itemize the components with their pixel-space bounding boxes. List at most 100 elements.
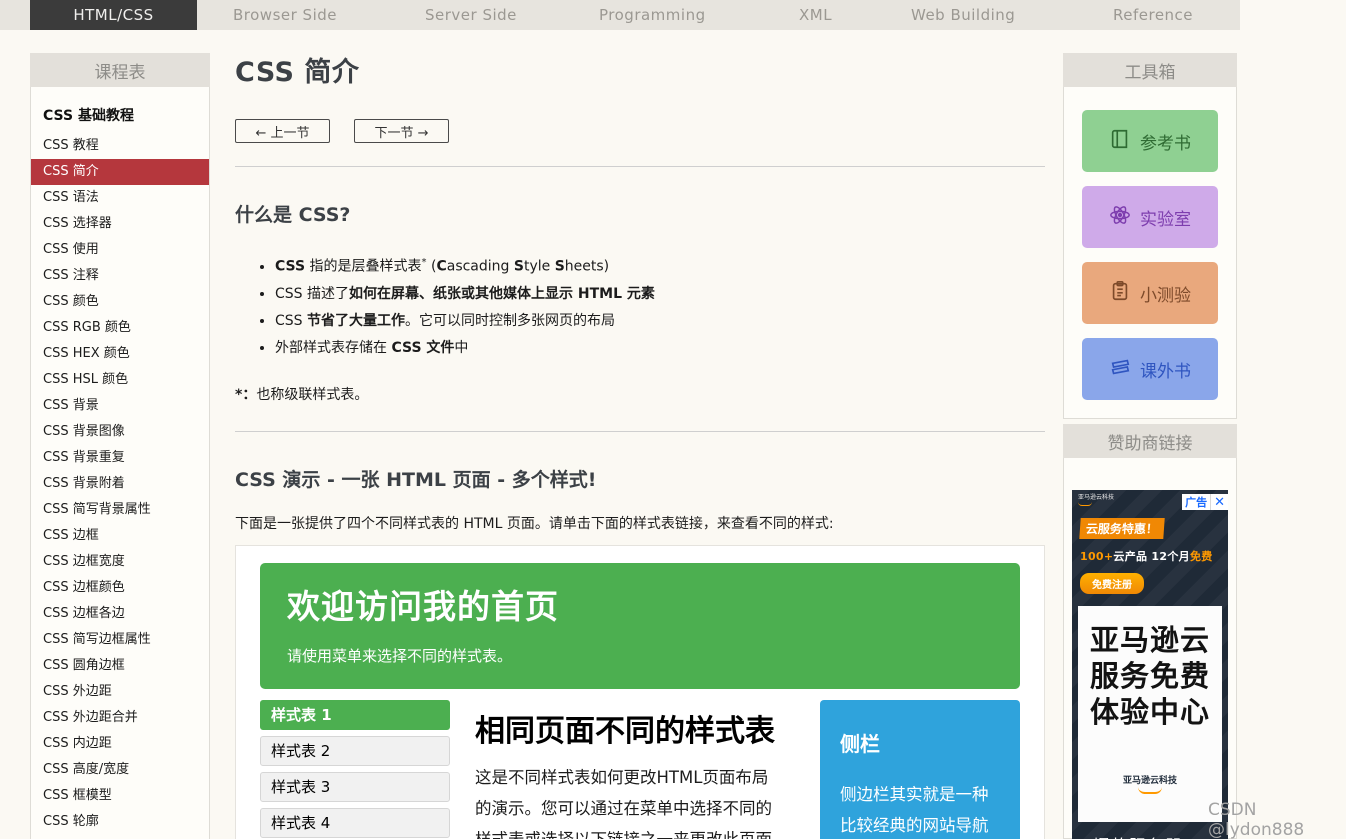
sidebar-item[interactable]: CSS 边框宽度 xyxy=(31,549,209,575)
text-run: ascading xyxy=(447,259,514,275)
what-is-css-heading: 什么是 CSS? xyxy=(235,200,1045,227)
text-run: 节省了大量工作 xyxy=(307,313,405,329)
sidebar-item[interactable]: CSS 背景重复 xyxy=(31,445,209,471)
text-run: CSS xyxy=(275,259,305,275)
ad-signup-button[interactable]: 免费注册 xyxy=(1080,573,1144,594)
sidebar-item[interactable]: CSS 内边距 xyxy=(31,731,209,757)
text-run: *： xyxy=(235,387,256,403)
bullet-item: 外部样式表存储在 CSS 文件中 xyxy=(275,335,1045,362)
tool-button-label: 参考书 xyxy=(1140,129,1191,154)
demo-banner: 欢迎访问我的首页 请使用菜单来选择不同的样式表。 xyxy=(260,563,1020,689)
demo-content-heading: 相同页面不同的样式表 xyxy=(475,706,783,750)
demo-stylesheet-menu: 样式表 1样式表 2样式表 3样式表 4无样式表 xyxy=(260,700,450,839)
text-run: C xyxy=(436,259,446,275)
ad-card-line: 服务免费 xyxy=(1078,658,1222,694)
demo-section-intro: 下面是一张提供了四个不同样式表的 HTML 页面。请单击下面的样式表链接，来查看… xyxy=(235,513,1045,533)
text-run: 也称级联样式表。 xyxy=(256,387,368,403)
demo-menu-button[interactable]: 样式表 4 xyxy=(260,808,450,838)
sponsor-panel: 赞助商链接 亚马逊云科技 广告 ✕ 云服务特惠！ 100+云产品 12个月免费 … xyxy=(1063,424,1237,839)
sidebar-item[interactable]: CSS 选择器 xyxy=(31,211,209,237)
footnote: *：也称级联样式表。 xyxy=(235,384,1045,404)
books-icon xyxy=(1109,356,1131,383)
nav-item[interactable]: Browser Side xyxy=(233,0,337,30)
sidebar-item[interactable]: CSS 轮廓 xyxy=(31,809,209,835)
top-navigation: HTML/CSS Browser Side Server Side Programm… xyxy=(0,0,1240,30)
sidebar-item[interactable]: CSS 边框各边 xyxy=(31,601,209,627)
ad-promo-badge: 云服务特惠！ xyxy=(1079,518,1164,539)
sidebar-item[interactable]: CSS HEX 颜色 xyxy=(31,341,209,367)
sidebar-item[interactable]: CSS 简介 xyxy=(31,159,209,185)
sidebar-item[interactable]: CSS 使用 xyxy=(31,237,209,263)
prev-next-row: ← 上一节 下一节 → xyxy=(235,119,1045,143)
sidebar-item[interactable]: CSS 背景图像 xyxy=(31,419,209,445)
tool-button-label: 小测验 xyxy=(1140,281,1191,306)
sidebar-item[interactable]: CSS 外边距合并 xyxy=(31,705,209,731)
sidebar-item[interactable]: CSS 边框颜色 xyxy=(31,575,209,601)
text-run: CSS 文件 xyxy=(391,340,454,356)
sidebar-item[interactable]: CSS HSL 颜色 xyxy=(31,367,209,393)
page-title: CSS 简介 xyxy=(235,50,1045,89)
sidebar-item[interactable]: CSS 外边距 xyxy=(31,679,209,705)
参考书-button[interactable]: 参考书 xyxy=(1082,110,1218,172)
course-sidebar-body: CSS 基础教程 CSS 教程CSS 简介CSS 语法CSS 选择器CSS 使用… xyxy=(30,87,210,839)
sidebar-item[interactable]: CSS 简写背景属性 xyxy=(31,497,209,523)
ad-banner[interactable]: 亚马逊云科技 广告 ✕ 云服务特惠！ 100+云产品 12个月免费 免费注册 亚… xyxy=(1072,490,1228,839)
demo-sidebar-title: 侧栏 xyxy=(840,728,1000,757)
nav-item[interactable]: Server Side xyxy=(425,0,517,30)
demo-menu-button[interactable]: 样式表 2 xyxy=(260,736,450,766)
sidebar-item[interactable]: CSS 边框 xyxy=(31,523,209,549)
sidebar-item[interactable]: CSS 框模型 xyxy=(31,783,209,809)
ad-card-line: 体验中心 xyxy=(1078,694,1222,730)
ad-card-brand: 亚马逊云科技 xyxy=(1078,773,1222,794)
sidebar-item[interactable]: CSS 高度/宽度 xyxy=(31,757,209,783)
text-run: tyle xyxy=(524,259,555,275)
divider xyxy=(235,431,1045,432)
demo-banner-subtitle: 请使用菜单来选择不同的样式表。 xyxy=(287,645,993,666)
demo-sidebar: 侧栏 侧边栏其实就是一种比较经典的网站导航设计，它的形式通常为竖向的一列，展示在… xyxy=(820,700,1020,839)
sidebar-item[interactable]: CSS 背景附着 xyxy=(31,471,209,497)
main-content: CSS 简介 ← 上一节 下一节 → 什么是 CSS? CSS 指的是层叠样式表… xyxy=(235,50,1045,839)
nav-item-active[interactable]: HTML/CSS xyxy=(30,0,197,30)
toolbox-header: 工具箱 xyxy=(1063,53,1237,87)
prev-section-button[interactable]: ← 上一节 xyxy=(235,119,330,143)
nav-item[interactable]: Reference xyxy=(1113,0,1193,30)
text-run: 。它可以同时控制多张网页的布局 xyxy=(405,313,615,329)
ad-promo-part: 云产品 12个月 xyxy=(1113,550,1190,563)
demo-section-heading: CSS 演示 - 一张 HTML 页面 - 多个样式! xyxy=(235,465,1045,492)
ad-promo-part: 免费 xyxy=(1190,550,1213,563)
demo-menu-button[interactable]: 样式表 3 xyxy=(260,772,450,802)
sidebar-item[interactable]: CSS 简写边框属性 xyxy=(31,627,209,653)
ad-promo-line: 100+云产品 12个月免费 xyxy=(1080,548,1220,564)
next-section-button[interactable]: 下一节 → xyxy=(354,119,449,143)
课外书-button[interactable]: 课外书 xyxy=(1082,338,1218,400)
ad-brand-logo: 亚马逊云科技 xyxy=(1078,494,1114,506)
sidebar-item[interactable]: CSS 圆角边框 xyxy=(31,653,209,679)
toolbox-panel: 工具箱 参考书实验室小测验课外书 xyxy=(1063,53,1237,419)
实验室-button[interactable]: 实验室 xyxy=(1082,186,1218,248)
ad-promo-part: 100+ xyxy=(1080,550,1113,563)
clipboard-icon xyxy=(1109,280,1131,307)
sidebar-item[interactable]: CSS 颜色 xyxy=(31,289,209,315)
nav-item[interactable]: Web Building xyxy=(911,0,1015,30)
nav-item[interactable]: Programming xyxy=(599,0,706,30)
ad-card-line: 亚马逊云 xyxy=(1078,622,1222,658)
course-sidebar-header: 课程表 xyxy=(30,53,210,87)
sidebar-item[interactable]: CSS 背景 xyxy=(31,393,209,419)
sidebar-item[interactable]: CSS 注释 xyxy=(31,263,209,289)
text-run: 中 xyxy=(454,340,468,356)
text-run: 如何在屏幕、纸张或其他媒体上显示 HTML 元素 xyxy=(349,286,655,302)
ad-close-icon[interactable]: ✕ xyxy=(1210,494,1228,510)
ad-card-brand-text: 亚马逊云科技 xyxy=(1078,773,1222,786)
sidebar-item[interactable]: CSS 教程 xyxy=(31,133,209,159)
ad-info-badge[interactable]: 广告 xyxy=(1182,494,1210,510)
sidebar-item[interactable]: CSS 语法 xyxy=(31,185,209,211)
bullet-item: CSS 节省了大量工作。它可以同时控制多张网页的布局 xyxy=(275,308,1045,335)
css-facts-list: CSS 指的是层叠样式表* (Cascading Style Sheets)CS… xyxy=(275,249,1045,362)
atom-icon xyxy=(1109,204,1131,231)
nav-item[interactable]: XML xyxy=(799,0,832,30)
sidebar-item[interactable]: CSS RGB 颜色 xyxy=(31,315,209,341)
demo-menu-button[interactable]: 样式表 1 xyxy=(260,700,450,730)
小测验-button[interactable]: 小测验 xyxy=(1082,262,1218,324)
sponsor-body: 亚马逊云科技 广告 ✕ 云服务特惠！ 100+云产品 12个月免费 免费注册 亚… xyxy=(1063,458,1237,839)
text-run: S xyxy=(514,259,524,275)
